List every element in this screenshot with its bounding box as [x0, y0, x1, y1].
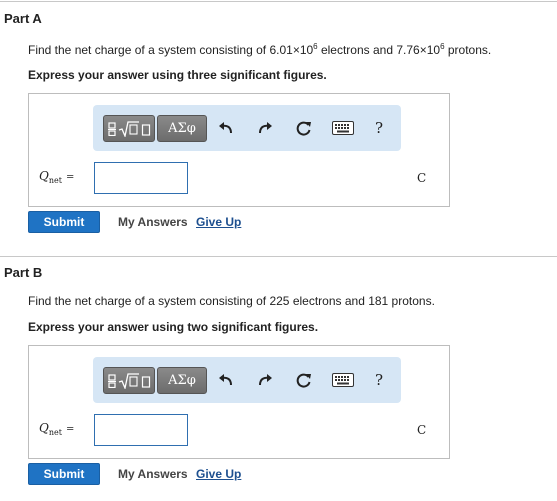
part-a-answer-input[interactable]: [94, 162, 188, 194]
unit-label: C: [417, 171, 427, 185]
part-b-answer-input[interactable]: [94, 414, 188, 446]
part-a-instruction: Express your answer using three signific…: [28, 68, 327, 82]
part-b-instruction: Express your answer using two significan…: [28, 320, 319, 334]
fraction-icon: [108, 373, 116, 388]
part-b-give-up-link[interactable]: Give Up: [196, 467, 241, 481]
part-b-question: Find the net charge of a system consisti…: [28, 294, 435, 308]
redo-icon[interactable]: [255, 118, 275, 138]
undo-icon[interactable]: [216, 370, 236, 390]
help-icon[interactable]: ?: [369, 370, 389, 390]
math-toolbar: ΑΣφ ?: [93, 357, 401, 403]
part-b-title: Part B: [4, 265, 43, 280]
help-icon[interactable]: ?: [369, 118, 389, 138]
keyboard-icon[interactable]: [331, 118, 355, 138]
reset-icon[interactable]: [294, 118, 314, 138]
templates-button[interactable]: [103, 367, 155, 394]
undo-icon[interactable]: [216, 118, 236, 138]
fraction-icon: [108, 121, 116, 136]
symbols-button[interactable]: ΑΣφ: [157, 115, 207, 142]
box-icon: [141, 123, 151, 136]
redo-icon[interactable]: [255, 370, 275, 390]
part-a-answer-box: ΑΣφ ? Qnet = C: [28, 93, 450, 207]
part-a-give-up-link[interactable]: Give Up: [196, 215, 241, 229]
part-a-title: Part A: [4, 11, 42, 26]
q-net-label: Qnet =: [39, 421, 75, 437]
templates-button[interactable]: [103, 115, 155, 142]
part-a-top-rule: [0, 1, 557, 2]
symbols-button[interactable]: ΑΣφ: [157, 367, 207, 394]
q-net-label: Qnet =: [39, 169, 75, 185]
part-b-answer-box: ΑΣφ ? Qnet = C: [28, 345, 450, 459]
math-toolbar: ΑΣφ ?: [93, 105, 401, 151]
part-a-my-answers-link[interactable]: My Answers: [118, 215, 188, 229]
part-b-my-answers-link[interactable]: My Answers: [118, 467, 188, 481]
sqrt-icon: [118, 120, 139, 137]
reset-icon[interactable]: [294, 370, 314, 390]
part-b-top-rule: [0, 256, 557, 257]
box-icon: [141, 375, 151, 388]
part-a-question: Find the net charge of a system consisti…: [28, 42, 492, 57]
unit-label: C: [417, 423, 427, 437]
sqrt-icon: [118, 372, 139, 389]
part-b-submit-button[interactable]: Submit: [28, 463, 100, 485]
keyboard-icon[interactable]: [331, 370, 355, 390]
part-a-submit-button[interactable]: Submit: [28, 211, 100, 233]
